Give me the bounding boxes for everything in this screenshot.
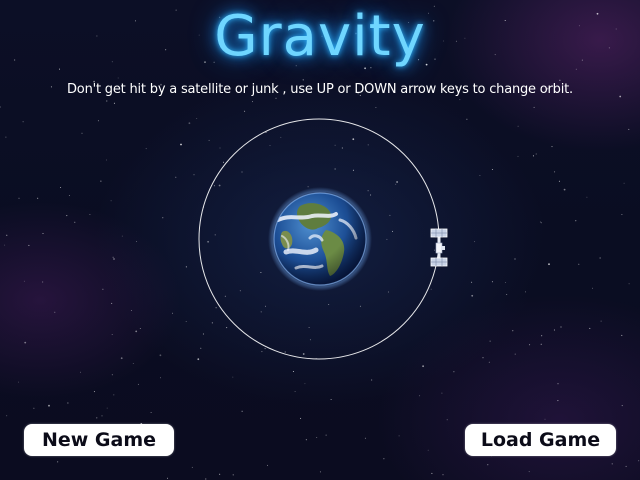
new-game-button[interactable]: New Game	[24, 424, 174, 456]
load-game-button[interactable]: Load Game	[465, 424, 616, 456]
game-screen: Gravity Don't get hit by a satellite or …	[0, 0, 640, 480]
earth-icon	[268, 187, 372, 291]
orbit-scene	[198, 118, 448, 360]
satellite-icon	[430, 228, 448, 267]
